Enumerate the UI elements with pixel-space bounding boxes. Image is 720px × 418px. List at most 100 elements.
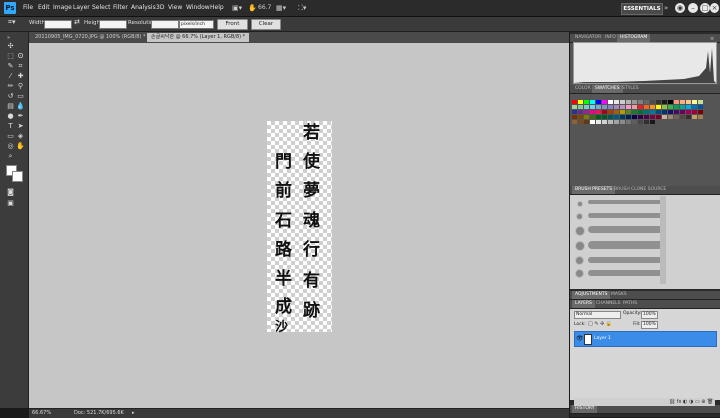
swap-icon[interactable]: ⇄: [74, 18, 80, 26]
brush-preset-row[interactable]: [574, 198, 712, 209]
image-canvas[interactable]: 若 使 夢 魂 行 有 跡 門 前 石 路 半 成 沙: [267, 121, 332, 335]
hand-tool-icon[interactable]: ✋: [248, 3, 257, 13]
color-swatch[interactable]: [626, 100, 631, 104]
gradient-tool-icon[interactable]: ▤: [6, 102, 15, 111]
path-select-tool-icon[interactable]: ➤: [16, 122, 25, 131]
tab-history[interactable]: HISTORY: [572, 405, 598, 413]
color-swatch[interactable]: [596, 105, 601, 109]
color-swatch[interactable]: [614, 100, 619, 104]
color-swatch[interactable]: [590, 105, 595, 109]
color-swatch[interactable]: [608, 120, 613, 124]
color-swatch[interactable]: [620, 115, 625, 119]
pen-tool-icon[interactable]: ✒: [16, 112, 25, 121]
type-tool-icon[interactable]: T: [6, 122, 15, 131]
menu-select[interactable]: Select: [92, 4, 111, 11]
color-swatch[interactable]: [680, 100, 685, 104]
lasso-tool-icon[interactable]: ʘ: [16, 52, 25, 61]
quick-mask-icon[interactable]: ◙: [6, 188, 15, 197]
layer-row[interactable]: 👁 Layer 1: [574, 331, 717, 347]
brush-preset-row[interactable]: [574, 211, 712, 222]
color-swatch[interactable]: [602, 115, 607, 119]
color-swatch[interactable]: [596, 110, 601, 114]
color-swatch[interactable]: [656, 110, 661, 114]
quick-select-tool-icon[interactable]: ✎: [6, 62, 15, 71]
menu-help[interactable]: Help: [210, 4, 224, 11]
color-swatch[interactable]: [626, 120, 631, 124]
tab-paths[interactable]: PATHS: [620, 300, 640, 308]
brush-preset-row[interactable]: [574, 225, 712, 236]
crop-tool-icon[interactable]: ⌗: [16, 62, 25, 71]
color-swatch[interactable]: [674, 100, 679, 104]
width-field[interactable]: [44, 20, 72, 29]
menu-edit[interactable]: Edit: [38, 4, 50, 11]
tab-swatches[interactable]: SWATCHES: [592, 85, 623, 93]
minimize-icon[interactable]: –: [688, 3, 698, 13]
color-swatch[interactable]: [656, 105, 661, 109]
healing-tool-icon[interactable]: ✚: [16, 72, 25, 81]
color-swatch[interactable]: [638, 115, 643, 119]
color-swatch[interactable]: [644, 115, 649, 119]
layer-name[interactable]: Layer 1: [594, 336, 611, 341]
status-zoom[interactable]: 66.67%: [32, 410, 51, 416]
color-swatch[interactable]: [692, 115, 697, 119]
eye-icon[interactable]: 👁: [576, 335, 584, 342]
color-swatch[interactable]: [584, 110, 589, 114]
color-swatch[interactable]: [632, 120, 637, 124]
menu-analysis[interactable]: Analysis: [131, 4, 156, 11]
tab-styles[interactable]: STYLES: [619, 85, 642, 93]
color-swatch[interactable]: [590, 100, 595, 104]
color-swatch[interactable]: [644, 120, 649, 124]
hand-tool-icon[interactable]: ✋: [16, 142, 25, 151]
tab-channels[interactable]: CHANNELS: [593, 300, 624, 308]
color-swatch[interactable]: [584, 105, 589, 109]
color-swatch[interactable]: [590, 120, 595, 124]
menu-3d[interactable]: 3D: [156, 4, 164, 11]
color-swatch[interactable]: [620, 100, 625, 104]
tab-color[interactable]: COLOR: [572, 85, 594, 93]
color-swatch[interactable]: [650, 110, 655, 114]
move-tool-icon[interactable]: ✣: [6, 42, 15, 51]
color-swatch[interactable]: [674, 110, 679, 114]
panel-menu-icon[interactable]: ≡: [710, 36, 714, 42]
menu-image[interactable]: Image: [53, 4, 72, 11]
color-swatch[interactable]: [650, 105, 655, 109]
color-swatch[interactable]: [572, 100, 577, 104]
crop-tool-icon[interactable]: ⌗▾: [8, 18, 15, 27]
lock-icons[interactable]: □ ✎ ✣ 🔒: [588, 321, 612, 327]
color-swatch[interactable]: [686, 100, 691, 104]
color-swatch[interactable]: [572, 105, 577, 109]
color-swatch[interactable]: [668, 115, 673, 119]
color-swatch[interactable]: [620, 105, 625, 109]
marquee-tool-icon[interactable]: ⬚: [6, 52, 15, 61]
color-swatch[interactable]: [626, 110, 631, 114]
color-swatch[interactable]: [650, 120, 655, 124]
color-swatch[interactable]: [680, 105, 685, 109]
color-swatch[interactable]: [626, 105, 631, 109]
color-swatch[interactable]: [686, 105, 691, 109]
color-swatch[interactable]: [590, 115, 595, 119]
color-swatch[interactable]: [656, 115, 661, 119]
menu-layer[interactable]: Layer: [73, 4, 90, 11]
color-swatch[interactable]: [638, 110, 643, 114]
screen-mode-icon[interactable]: ▣▾: [232, 3, 242, 13]
tab-navigator[interactable]: NAVIGATOR: [572, 34, 604, 42]
color-swatch[interactable]: [620, 120, 625, 124]
tab-document-1[interactable]: 20110905_IMG_0720.JPG @ 100% (RGB/8) *: [31, 33, 150, 42]
screen-mode-icon[interactable]: ▣: [6, 199, 15, 208]
color-swatch[interactable]: [614, 105, 619, 109]
color-swatch[interactable]: [698, 110, 703, 114]
tab-document-2[interactable]: 손글씨낙관 @ 66.7% (Layer 1, RGB/8) *: [147, 33, 250, 42]
color-swatch[interactable]: [698, 115, 703, 119]
color-swatch[interactable]: [584, 120, 589, 124]
color-swatch[interactable]: [668, 110, 673, 114]
color-swatch[interactable]: [650, 100, 655, 104]
color-swatch[interactable]: [584, 115, 589, 119]
screen-icon[interactable]: ⛶▾: [298, 3, 306, 13]
tab-histogram[interactable]: HISTOGRAM: [617, 34, 651, 42]
shape-tool-icon[interactable]: ▭: [6, 132, 15, 141]
color-swatch[interactable]: [614, 120, 619, 124]
color-swatch[interactable]: [614, 110, 619, 114]
color-swatch[interactable]: [602, 105, 607, 109]
color-swatch[interactable]: [698, 100, 703, 104]
color-swatch[interactable]: [668, 105, 673, 109]
